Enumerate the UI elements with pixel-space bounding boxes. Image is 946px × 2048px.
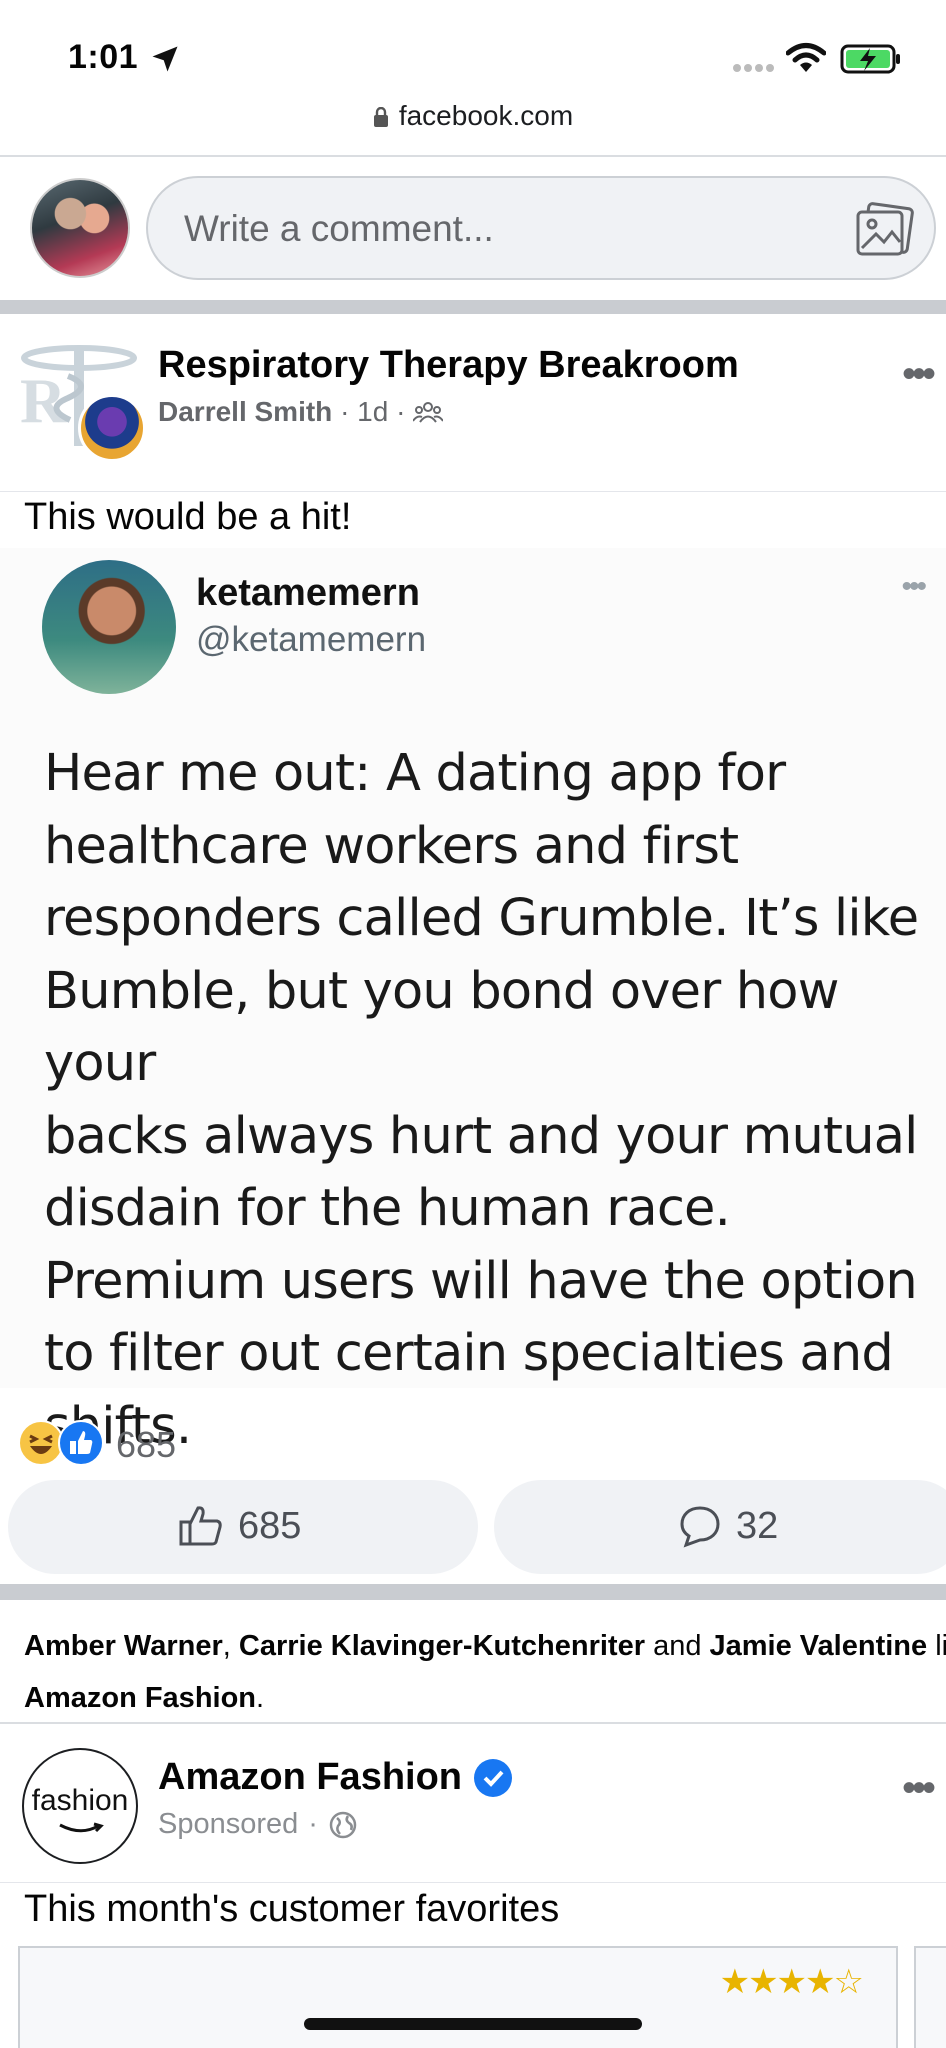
product-card[interactable]: ★★★★☆ bbox=[18, 1946, 898, 2048]
tweet-line: Premium users will have the option bbox=[44, 1251, 918, 1311]
post-caption: This would be a hit! bbox=[24, 496, 352, 538]
meta-separator: · bbox=[396, 396, 414, 427]
page-name[interactable]: Amazon Fashion bbox=[24, 1682, 256, 1714]
social-verb: like bbox=[935, 1630, 946, 1662]
friend-name[interactable]: Jamie Valentine bbox=[710, 1630, 928, 1662]
sponsored-label[interactable]: Sponsored bbox=[158, 1808, 298, 1841]
ad-meta: Sponsored · bbox=[158, 1808, 358, 1841]
meta-separator: · bbox=[308, 1808, 318, 1840]
group-name[interactable]: Respiratory Therapy Breakroom bbox=[158, 344, 739, 387]
url-bar[interactable]: facebook.com bbox=[0, 100, 946, 132]
section-divider bbox=[0, 300, 946, 314]
tweet-line: healthcare workers and first bbox=[44, 816, 739, 876]
post-image[interactable]: ketamemern @ketamemern ••• Hear me out: … bbox=[0, 548, 946, 1456]
reaction-count: 685 bbox=[116, 1424, 177, 1465]
section-divider bbox=[0, 1584, 946, 1600]
amazon-fashion-logo[interactable]: fashion bbox=[22, 1748, 138, 1864]
home-indicator[interactable] bbox=[304, 2018, 642, 2030]
globe-icon bbox=[329, 1811, 357, 1838]
star-rating: ★★★★☆ bbox=[719, 1963, 864, 2001]
author-avatar[interactable] bbox=[78, 394, 146, 462]
like-reaction-icon bbox=[58, 1420, 104, 1466]
battery-charging-icon bbox=[840, 44, 900, 74]
tweet-line: responders called Grumble. It’s like bbox=[44, 889, 919, 948]
tweet-line: backs always hurt and your mutual bbox=[44, 1106, 918, 1166]
tweet-line: Hear me out: A dating app for bbox=[44, 744, 786, 803]
divider bbox=[0, 155, 946, 157]
lock-icon bbox=[373, 107, 388, 127]
divider bbox=[0, 491, 946, 492]
smile-arrow-icon bbox=[59, 1822, 104, 1833]
like-count: 685 bbox=[238, 1504, 302, 1547]
tweet-line: disdain for the human race. bbox=[44, 1179, 731, 1238]
wifi-icon bbox=[786, 43, 826, 72]
meta-separator: · bbox=[340, 396, 358, 427]
status-bar: 1:01 facebook.com bbox=[0, 0, 946, 131]
tweet-avatar bbox=[42, 560, 176, 694]
social-context: Amber Warner, Carrie Klavinger-Kutchenri… bbox=[24, 1620, 946, 1724]
comment-icon bbox=[680, 1506, 720, 1548]
tweet-name: ketamemern bbox=[196, 572, 420, 614]
tweet-line: shifts. bbox=[44, 1396, 192, 1456]
members-icon bbox=[412, 402, 445, 423]
tweet-more-icon: ••• bbox=[901, 570, 926, 603]
photo-icon[interactable] bbox=[854, 202, 914, 258]
friend-name[interactable]: Carrie Klavinger-Kutchenriter bbox=[239, 1630, 645, 1662]
location-arrow-icon bbox=[152, 46, 178, 72]
ad-more-options-icon[interactable]: ••• bbox=[902, 1766, 936, 1811]
post-more-options-icon[interactable]: ••• bbox=[902, 352, 936, 397]
thumbs-up-icon bbox=[179, 1506, 222, 1546]
url-text: facebook.com bbox=[398, 100, 574, 131]
tweet-body: Hear me out: A dating app for healthcare… bbox=[44, 738, 934, 1463]
tweet-handle: @ketamemern bbox=[196, 620, 427, 659]
advertiser-name[interactable]: Amazon Fashion bbox=[158, 1756, 513, 1799]
comment-input[interactable]: Write a comment... bbox=[146, 176, 936, 280]
divider bbox=[0, 1722, 946, 1724]
post-time[interactable]: 1d bbox=[357, 396, 388, 427]
friend-name[interactable]: Amber Warner bbox=[24, 1630, 223, 1662]
ad-caption: This month's customer favorites bbox=[24, 1888, 560, 1930]
text-separator: and bbox=[645, 1630, 710, 1662]
divider bbox=[0, 1882, 946, 1883]
cell-signal-icon bbox=[733, 64, 774, 72]
clock: 1:01 bbox=[68, 38, 139, 76]
verified-badge-icon bbox=[474, 1758, 513, 1797]
post-meta: Darrell Smith · 1d · bbox=[158, 396, 445, 428]
comment-button[interactable]: 32 bbox=[494, 1480, 946, 1574]
text-separator: , bbox=[222, 1630, 239, 1662]
tweet-line: to filter out certain specialties and bbox=[44, 1324, 894, 1383]
comment-count: 32 bbox=[736, 1504, 779, 1547]
advertiser-name-text: Amazon Fashion bbox=[158, 1756, 463, 1798]
comment-placeholder: Write a comment... bbox=[184, 208, 494, 249]
author-name[interactable]: Darrell Smith bbox=[158, 396, 332, 427]
text-separator: . bbox=[256, 1682, 265, 1714]
logo-text: fashion bbox=[31, 1784, 129, 1817]
like-button[interactable]: 685 bbox=[8, 1480, 478, 1574]
product-card[interactable] bbox=[914, 1946, 946, 2048]
tweet-line: Bumble, but you bond over how your bbox=[44, 961, 839, 1094]
user-avatar[interactable] bbox=[30, 178, 130, 278]
